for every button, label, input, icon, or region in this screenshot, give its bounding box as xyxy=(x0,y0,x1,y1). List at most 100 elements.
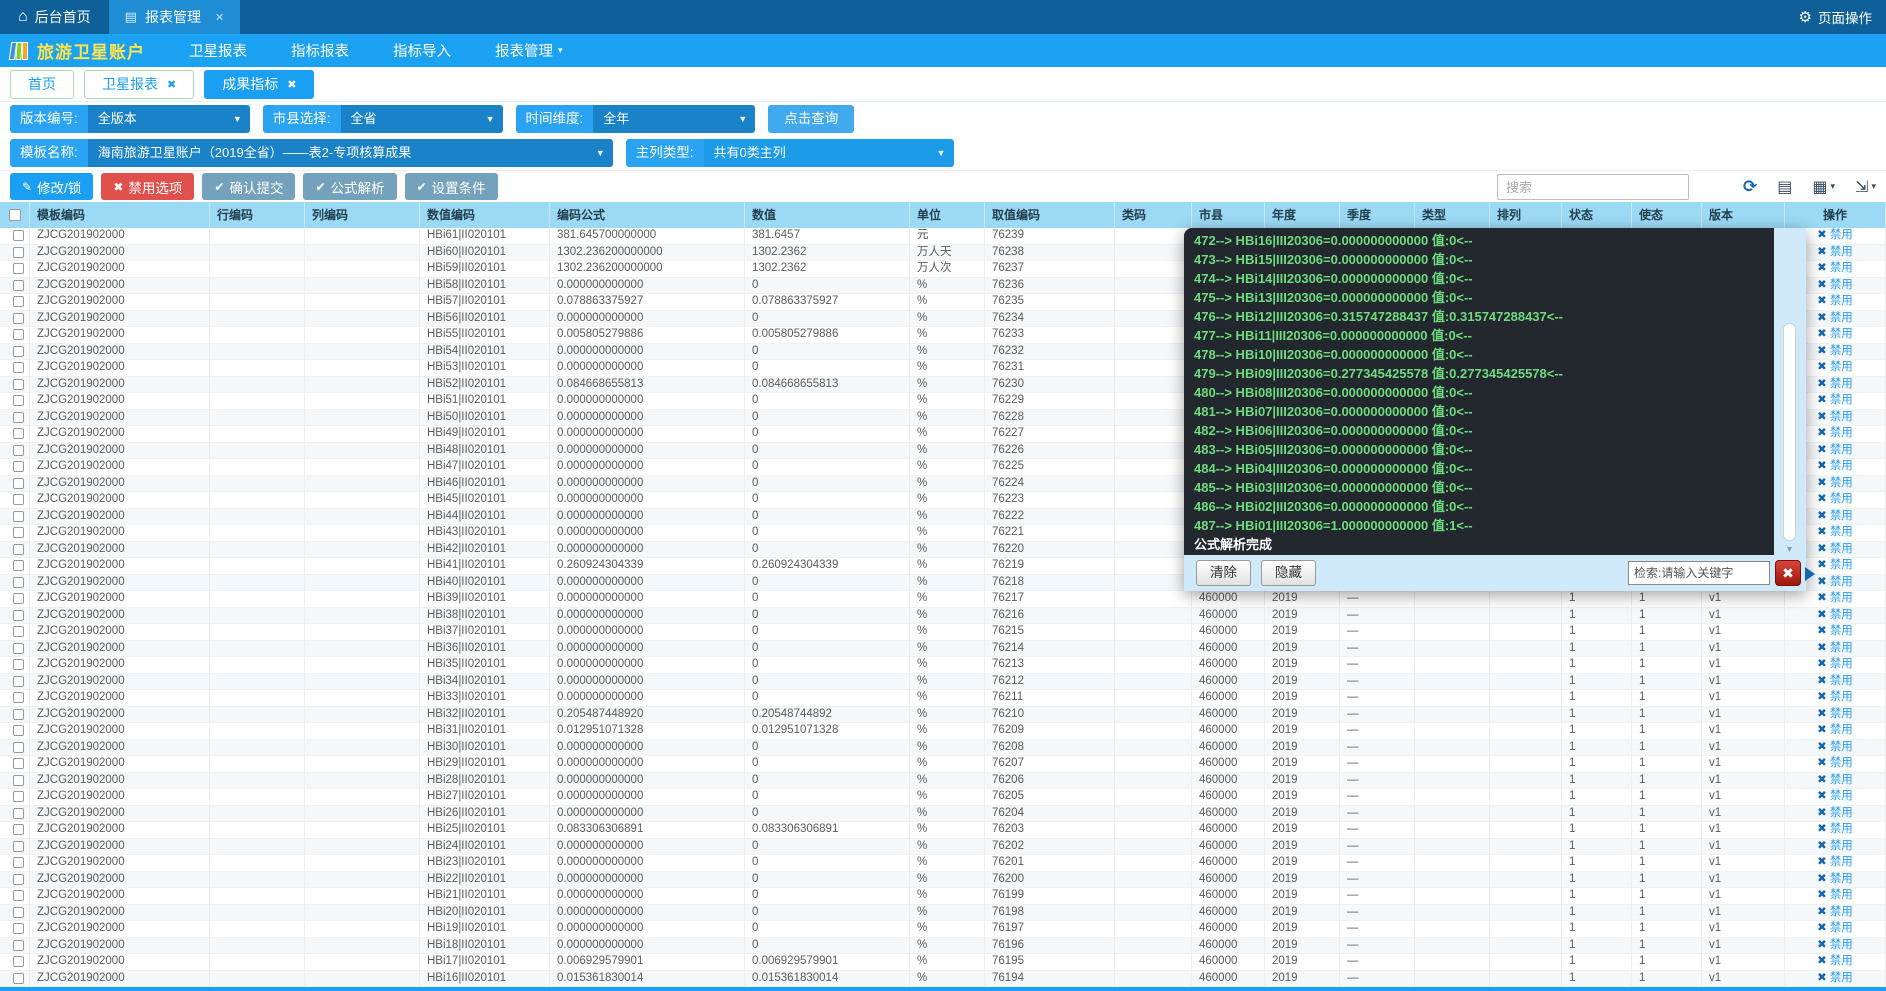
close-tab-icon[interactable]: ✖ xyxy=(167,78,176,91)
action-button-4[interactable]: ✔公式解析 xyxy=(303,173,396,200)
row-checkbox[interactable] xyxy=(13,263,24,274)
sub-tab-3[interactable]: 成果指标✖ xyxy=(204,70,314,99)
row-checkbox[interactable] xyxy=(13,362,24,373)
row-checkbox[interactable] xyxy=(13,956,24,967)
console-clear-button[interactable]: 清除 xyxy=(1196,560,1251,586)
disable-link[interactable]: ✖禁用 xyxy=(1785,872,1885,888)
row-checkbox[interactable] xyxy=(13,808,24,819)
row-checkbox[interactable] xyxy=(13,841,24,852)
disable-link[interactable]: ✖禁用 xyxy=(1785,740,1885,756)
backend-home-tab[interactable]: ⌂ 后台首页 xyxy=(0,0,109,34)
row-checkbox[interactable] xyxy=(13,527,24,538)
row-checkbox[interactable] xyxy=(13,329,24,340)
console-close-button[interactable]: ✖ xyxy=(1775,560,1801,586)
disable-link[interactable]: ✖禁用 xyxy=(1785,905,1885,921)
action-button-5[interactable]: ✔设置条件 xyxy=(405,173,498,200)
disable-link[interactable]: ✖禁用 xyxy=(1785,707,1885,723)
disable-link[interactable]: ✖禁用 xyxy=(1785,822,1885,838)
disable-link[interactable]: ✖禁用 xyxy=(1785,839,1885,855)
disable-link[interactable]: ✖禁用 xyxy=(1785,756,1885,772)
console-search-input[interactable] xyxy=(1628,561,1770,585)
sub-tab-2[interactable]: 卫星报表✖ xyxy=(84,70,194,99)
row-checkbox[interactable] xyxy=(13,626,24,637)
page-operations-button[interactable]: ⚙ 页面操作 xyxy=(1799,7,1872,27)
export-icon[interactable]: ⇲▾ xyxy=(1855,177,1876,197)
disable-link[interactable]: ✖禁用 xyxy=(1785,608,1885,624)
nav-item-1[interactable]: 卫星报表 xyxy=(189,40,247,61)
row-checkbox[interactable] xyxy=(13,857,24,868)
filter-select[interactable]: 全年▼ xyxy=(593,105,755,133)
action-button-3[interactable]: ✔确认提交 xyxy=(202,173,295,200)
row-checkbox[interactable] xyxy=(13,247,24,258)
table-search-input[interactable] xyxy=(1497,174,1689,200)
row-checkbox[interactable] xyxy=(13,511,24,522)
row-checkbox[interactable] xyxy=(13,230,24,241)
nav-item-2[interactable]: 指标报表 xyxy=(291,40,349,61)
grid-columns-icon[interactable]: ▦▾ xyxy=(1812,177,1835,197)
filter-select[interactable]: 全省▼ xyxy=(341,105,503,133)
row-checkbox[interactable] xyxy=(13,643,24,654)
disable-link[interactable]: ✖禁用 xyxy=(1785,806,1885,822)
filter-select[interactable]: 共有0类主列▼ xyxy=(704,139,954,167)
filter-select[interactable]: 海南旅游卫星账户（2019全省）——表2-专项核算成果▼ xyxy=(88,139,613,167)
sub-tab-1[interactable]: 首页 xyxy=(10,70,74,99)
close-tab-icon[interactable]: ✖ xyxy=(287,78,296,91)
row-checkbox[interactable] xyxy=(13,478,24,489)
row-checkbox[interactable] xyxy=(13,890,24,901)
disable-link[interactable]: ✖禁用 xyxy=(1785,624,1885,640)
row-checkbox[interactable] xyxy=(13,428,24,439)
row-checkbox[interactable] xyxy=(13,494,24,505)
disable-link[interactable]: ✖禁用 xyxy=(1785,690,1885,706)
row-checkbox[interactable] xyxy=(13,280,24,291)
report-view-icon[interactable]: ▤ xyxy=(1777,177,1792,197)
nav-item-4[interactable]: 报表管理▾ xyxy=(495,40,563,61)
row-checkbox[interactable] xyxy=(13,346,24,357)
refresh-icon[interactable]: ⟳ xyxy=(1743,177,1757,197)
disable-link[interactable]: ✖禁用 xyxy=(1785,674,1885,690)
row-checkbox[interactable] xyxy=(13,610,24,621)
row-checkbox[interactable] xyxy=(13,560,24,571)
scroll-down-arrow-icon[interactable]: ▼ xyxy=(1785,544,1794,554)
row-checkbox[interactable] xyxy=(13,907,24,918)
disable-link[interactable]: ✖禁用 xyxy=(1785,921,1885,937)
row-checkbox[interactable] xyxy=(13,412,24,423)
action-button-1[interactable]: ✎修改/锁 xyxy=(10,173,93,200)
row-checkbox[interactable] xyxy=(13,676,24,687)
disable-link[interactable]: ✖禁用 xyxy=(1785,855,1885,871)
row-checkbox[interactable] xyxy=(13,874,24,885)
row-checkbox[interactable] xyxy=(13,544,24,555)
filter-select[interactable]: 全版本▼ xyxy=(88,105,250,133)
row-checkbox[interactable] xyxy=(13,461,24,472)
console-hide-button[interactable]: 隐藏 xyxy=(1261,560,1316,586)
row-checkbox[interactable] xyxy=(13,758,24,769)
disable-link[interactable]: ✖禁用 xyxy=(1785,938,1885,954)
disable-link[interactable]: ✖禁用 xyxy=(1785,888,1885,904)
row-checkbox[interactable] xyxy=(13,725,24,736)
query-button[interactable]: 点击查询 xyxy=(768,105,854,133)
row-checkbox[interactable] xyxy=(13,940,24,951)
row-checkbox[interactable] xyxy=(13,824,24,835)
close-window-tab-icon[interactable]: ✕ xyxy=(215,11,224,24)
row-checkbox[interactable] xyxy=(13,775,24,786)
row-checkbox[interactable] xyxy=(13,395,24,406)
disable-link[interactable]: ✖禁用 xyxy=(1785,641,1885,657)
disable-link[interactable]: ✖禁用 xyxy=(1785,591,1885,607)
nav-item-3[interactable]: 指标导入 xyxy=(393,40,451,61)
console-collapse-arrow-icon[interactable] xyxy=(1805,567,1815,581)
disable-link[interactable]: ✖禁用 xyxy=(1785,971,1885,987)
action-button-2[interactable]: ✖禁用选项 xyxy=(101,173,194,200)
row-checkbox[interactable] xyxy=(13,445,24,456)
select-all-checkbox[interactable] xyxy=(9,209,21,221)
row-checkbox[interactable] xyxy=(13,692,24,703)
row-checkbox[interactable] xyxy=(13,791,24,802)
row-checkbox[interactable] xyxy=(13,742,24,753)
row-checkbox[interactable] xyxy=(13,659,24,670)
disable-link[interactable]: ✖禁用 xyxy=(1785,773,1885,789)
row-checkbox[interactable] xyxy=(13,709,24,720)
disable-link[interactable]: ✖禁用 xyxy=(1785,657,1885,673)
disable-link[interactable]: ✖禁用 xyxy=(1785,723,1885,739)
console-scrollbar-thumb[interactable] xyxy=(1783,323,1796,541)
disable-link[interactable]: ✖禁用 xyxy=(1785,954,1885,970)
report-management-window-tab[interactable]: ▤ 报表管理 ✕ xyxy=(109,0,241,34)
disable-link[interactable]: ✖禁用 xyxy=(1785,789,1885,805)
